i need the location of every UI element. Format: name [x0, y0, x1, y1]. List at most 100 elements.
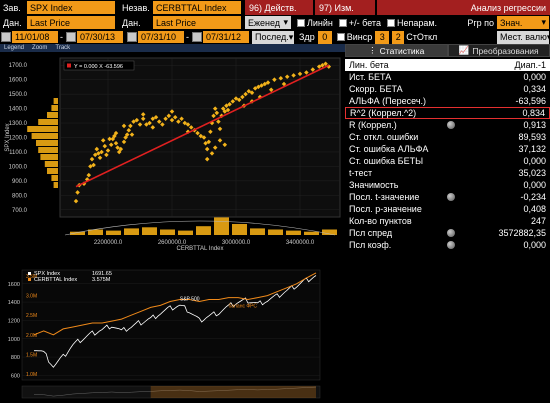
- histogram-bar: [142, 227, 157, 235]
- stats-row[interactable]: R (Коррел.) 0,913: [345, 119, 550, 131]
- histogram-bar: [196, 226, 211, 235]
- stats-key: Псл спред: [349, 228, 393, 238]
- stats-header: Лин. бета Диап.-1: [345, 59, 550, 71]
- stats-value: 0,000: [523, 156, 546, 166]
- dependent-label: Зав.: [3, 2, 21, 13]
- info-icon[interactable]: [447, 121, 455, 129]
- stats-tabs: ⋮ Статистика 📈 Преобразования: [345, 44, 550, 57]
- stats-row[interactable]: АЛЬФА (Пересеч.) -63,596: [345, 95, 550, 107]
- secondary-tick-label: 1.5M: [26, 352, 37, 358]
- independent-security-input[interactable]: CERBTTAL Index: [153, 1, 241, 14]
- nonparam-label: Непарам.: [396, 17, 438, 28]
- stats-value: 89,593: [518, 132, 546, 142]
- histogram-bar: [27, 126, 58, 132]
- secondary-tick-label: 1.0M: [26, 372, 37, 378]
- sub-end-date-input[interactable]: 07/31/12: [203, 31, 249, 43]
- info-icon[interactable]: [447, 229, 455, 237]
- histogram-bar: [38, 119, 58, 125]
- tab-statistics-label: Статистика: [379, 45, 425, 56]
- zoom-tab[interactable]: Zoom: [28, 45, 51, 51]
- toolbar-row-1: Зав. SPX Index Незав. CERBTTAL Index 96)…: [0, 0, 550, 15]
- stats-row[interactable]: Кол-во пунктов 247: [345, 215, 550, 227]
- stats-row[interactable]: Значимость 0,000: [345, 179, 550, 191]
- x-tick-label: 2200000.0: [94, 240, 123, 246]
- stats-row[interactable]: Посл. p-значение 0,408: [345, 203, 550, 215]
- sub-start-date-input[interactable]: 07/31/10: [138, 31, 184, 43]
- y-tick-label: 800.0: [12, 193, 28, 199]
- dependent-field-input[interactable]: Last Price: [27, 16, 115, 29]
- histogram-bar: [304, 231, 319, 235]
- stats-row[interactable]: Посл. t-значение -0,234: [345, 191, 550, 203]
- timeseries-chart[interactable]: 60080010001200140016001.0M1.5M2.0M2.5M3.…: [0, 262, 345, 403]
- histogram-bar: [40, 154, 58, 160]
- actions-menu-button[interactable]: 96) Действ.: [245, 0, 313, 15]
- histogram-bar: [232, 224, 247, 235]
- info-icon[interactable]: [447, 241, 455, 249]
- stats-key: Скорр. БЕТА: [349, 84, 403, 94]
- scatter-chart[interactable]: 700.0 800.0 900.0 1000.0 1100.0 1200.0 1300.0 1…: [0, 52, 345, 262]
- stats-value: 0,000: [523, 72, 546, 82]
- stats-key: R (Коррел.): [349, 120, 397, 130]
- frequency-value: Еженед: [248, 17, 281, 28]
- stats-row[interactable]: Ст. ошибка БЕТЫ 0,000: [345, 155, 550, 167]
- stats-icon: ⋮: [368, 45, 377, 55]
- tab-transformations-label: Преобразования: [472, 45, 539, 56]
- track-tab[interactable]: Track: [51, 45, 74, 51]
- stats-row[interactable]: Ст. откл. ошибки 89,593: [345, 131, 550, 143]
- stats-row[interactable]: Ист. БЕТА 0,000: [345, 71, 550, 83]
- legend-text: Y = 0.000 X -63.596: [74, 64, 123, 70]
- stats-row[interactable]: Псл спред 3572882,35: [345, 227, 550, 239]
- currency-dropdown[interactable]: Мест. валю ▾: [497, 30, 550, 44]
- chart-icon: 📈: [458, 45, 470, 55]
- y-tick-label: 1200: [8, 318, 20, 324]
- toolbar-row-2: Дан. Last Price Дан. Last Price Еженед ▾ …: [0, 15, 550, 30]
- winsorize-input[interactable]: 3: [375, 30, 390, 44]
- info-icon[interactable]: [447, 193, 455, 201]
- calendar-icon[interactable]: [192, 32, 202, 42]
- histogram-bar: [31, 133, 58, 139]
- beta-bands-checkbox[interactable]: +/- бета: [336, 15, 384, 30]
- tab-statistics[interactable]: ⋮ Статистика: [345, 44, 448, 57]
- stats-key: АЛЬФА (Пересеч.): [349, 96, 427, 106]
- independent-field-input[interactable]: Last Price: [153, 16, 241, 29]
- calendar-icon[interactable]: [1, 32, 11, 42]
- legend-tab[interactable]: Legend: [0, 45, 28, 51]
- start-date-input[interactable]: 11/01/08: [12, 31, 58, 43]
- lag-input[interactable]: 0: [317, 30, 332, 44]
- linear-checkbox[interactable]: Линйн: [294, 15, 336, 30]
- calendar-icon[interactable]: [127, 32, 137, 42]
- histogram-bar: [214, 217, 229, 235]
- histogram-bar: [47, 168, 58, 174]
- last-dropdown[interactable]: Послед. ▾: [252, 30, 294, 44]
- dependent-security-input[interactable]: SPX Index: [27, 1, 115, 14]
- winsorize-checkbox[interactable]: Винср: [334, 30, 376, 44]
- tab-transformations[interactable]: 📈 Преобразования: [447, 44, 550, 57]
- stats-row[interactable]: Ст. ошибка АЛЬФА 37,132: [345, 143, 550, 155]
- secondary-tick-label: 3.0M: [26, 294, 37, 300]
- beta-bands-label: +/- бета: [348, 17, 381, 28]
- stats-row[interactable]: Псл коэф. 0,000: [345, 239, 550, 251]
- nonparam-checkbox[interactable]: Непарам.: [384, 15, 440, 30]
- y-tick-label: 900.0: [12, 179, 28, 185]
- stats-key: Посл. t-значение: [349, 192, 420, 202]
- edit-menu-button[interactable]: 97) Изм.: [315, 0, 375, 15]
- stats-key: Ст. ошибка АЛЬФА: [349, 144, 429, 154]
- stats-row[interactable]: R^2 (Коррел.^2) 0,834: [345, 107, 550, 119]
- stats-key: Значимость: [349, 180, 399, 190]
- histogram-bar: [53, 98, 58, 104]
- date-separator: -: [60, 32, 63, 42]
- histogram-bar: [160, 229, 175, 235]
- stdev-input[interactable]: 2: [392, 30, 405, 44]
- regress-by-label: Ргр по: [467, 17, 494, 28]
- calendar-icon[interactable]: [66, 32, 76, 42]
- stats-value: -0,234: [520, 192, 546, 202]
- end-date-input[interactable]: 07/30/13: [77, 31, 123, 43]
- stats-row[interactable]: Скорр. БЕТА 0,334: [345, 83, 550, 95]
- regress-by-dropdown[interactable]: Знач. ▾: [497, 16, 549, 29]
- y-tick-label: 600: [11, 373, 20, 379]
- y-tick-label: 1000.0: [9, 164, 28, 170]
- annotation-cb: баланс ФРС: [228, 304, 257, 310]
- last-value: Послед.: [255, 32, 289, 42]
- stats-row[interactable]: t-тест 35,023: [345, 167, 550, 179]
- frequency-dropdown[interactable]: Еженед ▾: [245, 16, 291, 29]
